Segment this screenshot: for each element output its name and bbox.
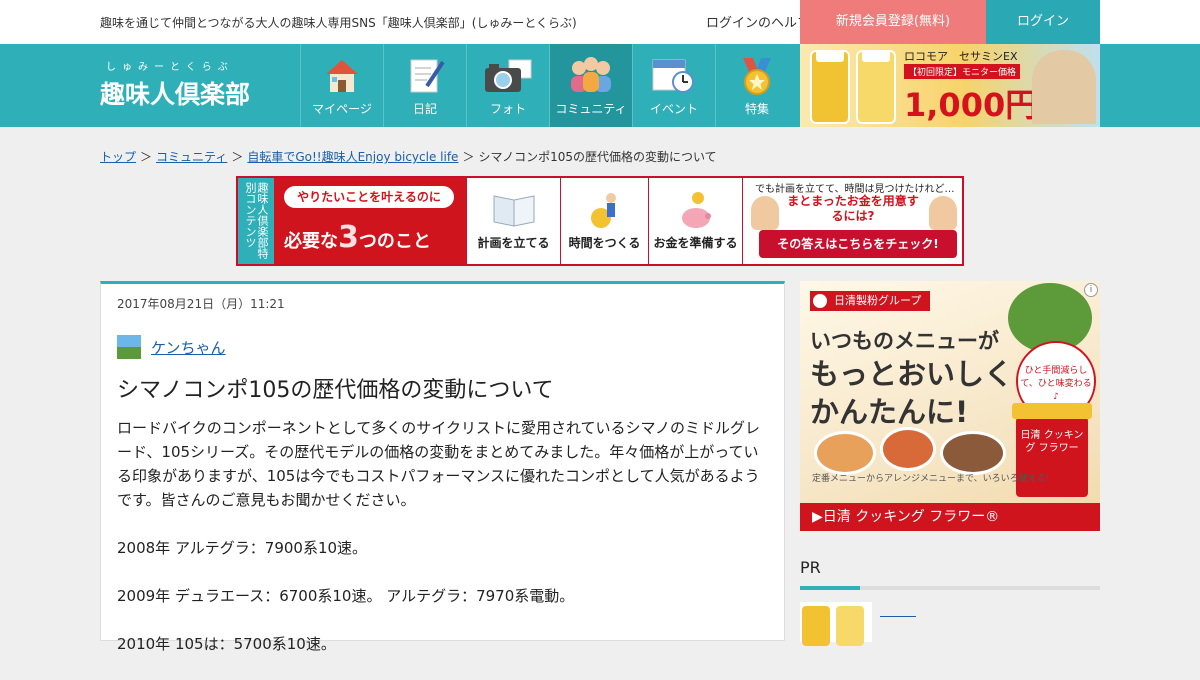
nav-item-event[interactable]: イベント <box>632 44 715 127</box>
banner-cta-button[interactable]: その答えはこちらをチェック! <box>759 230 957 258</box>
ad-subtext: 定番メニューからアレンジメニューまで、いろいろ使える! <box>812 474 1049 484</box>
product-bottle-image <box>856 50 896 124</box>
piggy-bank-icon <box>681 192 711 228</box>
dish-image <box>880 427 936 471</box>
medal-icon <box>743 58 771 95</box>
camera-icon <box>485 59 532 92</box>
banner-cell-money[interactable]: お金を準備する <box>648 178 742 264</box>
nav-item-label: 日記 <box>412 102 437 116</box>
banner-cell-label: 計画を立てる <box>477 236 550 250</box>
site-logo[interactable]: しゅみーとくらぶ 趣味人倶楽部 <box>100 58 250 111</box>
ad-footer-link[interactable]: ▶日清 クッキング フラワー® <box>800 503 1100 531</box>
special-content-banner[interactable]: 趣味人倶楽部特別コンテンツ やりたいことを叶えるのに 必要な3つのこと 計画を立… <box>236 176 964 266</box>
login-button[interactable]: ログイン <box>986 0 1100 44</box>
article-paragraph: 2008年 アルテグラ：7900系10速。 <box>117 539 368 557</box>
nav-item-diary[interactable]: 日記 <box>383 44 466 127</box>
ad-headline: いつものメニューが <box>810 329 999 353</box>
nav-item-label: 特集 <box>744 102 769 116</box>
product-bottle-image <box>810 50 850 124</box>
banner-question: まとまったお金を用意するには? <box>787 194 919 223</box>
nav-item-photo[interactable]: フォト <box>466 44 549 127</box>
diary-article: 2017年08月21日（月）11:21 ケンちゃん シマノコンポ105の歴代価格… <box>100 281 785 653</box>
article-paragraph: 2010年 105は：5700系10速。 <box>117 635 336 653</box>
person-clock-icon <box>590 193 616 228</box>
man-face-image <box>751 196 779 230</box>
post-date: 2017年08月21日（月）11:21 <box>117 297 285 311</box>
pr-thumbnail[interactable] <box>800 602 872 646</box>
breadcrumb-current: シマノコンポ105の歴代価格の変動について <box>478 150 717 164</box>
breadcrumb-separator: ＞ <box>462 150 475 164</box>
nav-item-label: マイページ <box>312 102 372 116</box>
notebook-pen-icon <box>410 59 445 93</box>
ad-brand-label: 日清製粉グループ <box>810 291 930 311</box>
banner-cell-plan[interactable]: 計画を立てる <box>466 178 560 264</box>
site-tagline: 趣味を通じて仲間とつながる大人の趣味人専用SNS「趣味人倶楽部」(しゅみーとくら… <box>100 16 577 30</box>
author-row: ケンちゃん <box>117 335 226 359</box>
nav-item-label: イベント <box>649 102 698 116</box>
banner-headline-block: やりたいことを叶えるのに 必要な3つのこと <box>274 178 466 264</box>
nav-item-feature[interactable]: 特集 <box>715 44 798 127</box>
breadcrumb: トップ＞コミュニティ＞自転車でGo!!趣味人Enjoy bicycle life… <box>100 148 717 165</box>
ad-people-image <box>1032 50 1096 124</box>
author-link[interactable]: ケンちゃん <box>151 337 226 358</box>
dish-image <box>940 431 1006 475</box>
nav-item-mypage[interactable]: マイページ <box>300 44 383 127</box>
nav-item-label: コミュニティ <box>555 102 627 116</box>
banner-headline: 必要な3つのこと <box>284 220 431 255</box>
top-bar: 趣味を通じて仲間とつながる大人の趣味人専用SNS「趣味人倶楽部」(しゅみーとくら… <box>0 0 1200 44</box>
pr-link[interactable] <box>880 616 916 617</box>
article-title: シマノコンポ105の歴代価格の変動について <box>117 378 554 403</box>
nav-item-community[interactable]: コミュニティ <box>549 44 632 127</box>
ad-headline-large: もっとおいしく かんたんに! <box>810 357 1014 429</box>
article-paragraph: 2009年 デュラエース：6700系10速。 アルテグラ：7970系電動。 <box>117 587 575 605</box>
banner-cta-block: でも計画を立てて、時間は見つけたけれど… まとまったお金を用意するには? その答… <box>742 178 962 264</box>
calendar-clock-icon <box>652 59 694 93</box>
ad-info-icon[interactable]: i <box>1084 283 1098 297</box>
breadcrumb-separator: ＞ <box>140 150 153 164</box>
logo-name: 趣味人倶楽部 <box>100 80 251 109</box>
banner-cell-label: お金を準備する <box>653 236 738 250</box>
banner-pill-text: やりたいことを叶えるのに <box>284 186 454 208</box>
house-icon <box>326 60 358 92</box>
article-body: ロードバイクのコンポーネントとして多くのサイクリストに愛用されているシマノのミド… <box>117 416 767 680</box>
breadcrumb-link-community[interactable]: コミュニティ <box>156 150 227 164</box>
ad-price: 1,000円 <box>904 86 1038 124</box>
flour-package-image: 日清 クッキング フラワー <box>1012 403 1092 497</box>
breadcrumb-link-top[interactable]: トップ <box>100 150 136 164</box>
dish-image <box>814 431 876 475</box>
logo-kana: しゅみーとくらぶ <box>106 62 234 73</box>
nav-item-label: フォト <box>489 102 526 116</box>
banner-cell-time[interactable]: 時間をつくる <box>560 178 648 264</box>
woman-face-image <box>929 196 957 230</box>
pr-divider <box>800 586 1100 590</box>
banner-side-label: 趣味人倶楽部特別コンテンツ <box>238 178 274 264</box>
register-button[interactable]: 新規会員登録(無料) <box>800 0 986 44</box>
breadcrumb-separator: ＞ <box>231 150 244 164</box>
avatar[interactable] <box>117 335 141 359</box>
ad-offer-label: 【初回限定】モニター価格 <box>904 64 1021 79</box>
banner-cell-label: 時間をつくる <box>568 236 641 250</box>
people-icon <box>571 57 611 92</box>
ad-product-names: ロコモア セサミンEX <box>904 50 1018 63</box>
pr-heading: PR <box>800 558 821 577</box>
sidebar-ad[interactable]: 日清製粉グループ i いつものメニューが もっとおいしく かんたんに! ひと手間減… <box>800 281 1100 531</box>
main-nav: しゅみーとくらぶ 趣味人倶楽部 マイページ 日記 フォト コミュニティ イベント… <box>0 44 1200 127</box>
article-paragraph: ロードバイクのコンポーネントとして多くのサイクリストに愛用されているシマノのミド… <box>117 419 761 509</box>
breadcrumb-link-group[interactable]: 自転車でGo!!趣味人Enjoy bicycle life <box>247 150 458 164</box>
login-help-label: ログインのヘルプ <box>706 16 811 31</box>
book-icon <box>493 195 534 227</box>
header-ad-banner[interactable]: ロコモア セサミンEX 【初回限定】モニター価格 1,000円 <box>800 44 1100 127</box>
brand-logo-icon <box>813 294 827 308</box>
banner-question-lead: でも計画を立てて、時間は見つけたけれど… <box>755 184 955 195</box>
